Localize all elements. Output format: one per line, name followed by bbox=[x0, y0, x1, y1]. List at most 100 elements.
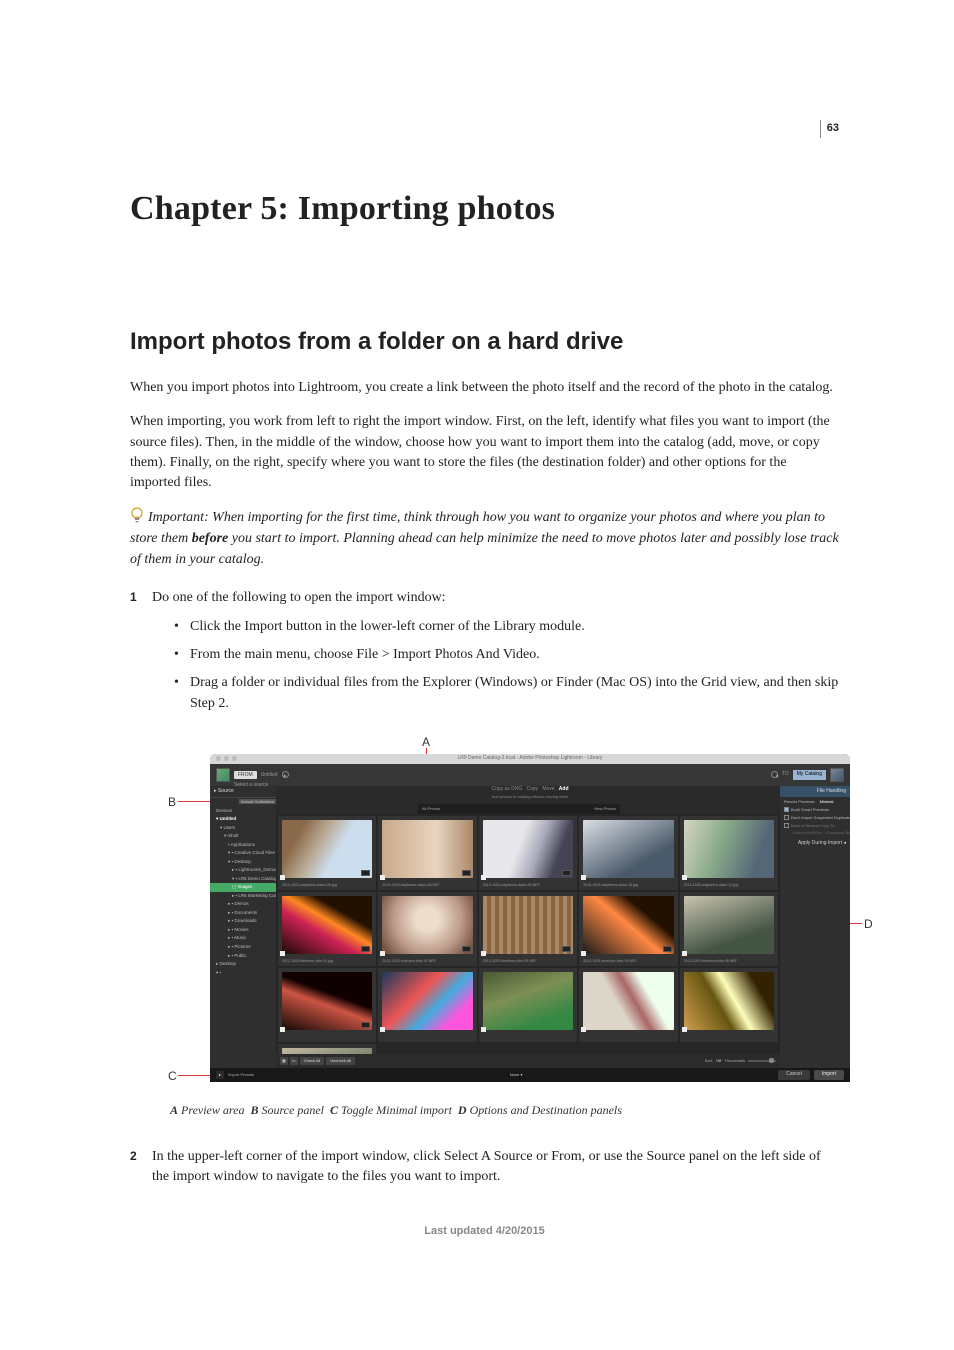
step-2: In the upper-left corner of the import w… bbox=[130, 1147, 839, 1188]
source-tree-item[interactable]: ▸ ▪ Public bbox=[210, 952, 276, 961]
thumbnail-cell[interactable] bbox=[278, 1044, 376, 1054]
mode-add-selected[interactable]: Add bbox=[559, 786, 569, 792]
important-text-bold: before bbox=[192, 531, 229, 546]
mode-copy[interactable]: Copy bbox=[527, 786, 539, 792]
source-tree-item[interactable]: ▾ ▪ Desktop bbox=[210, 858, 276, 867]
filter-new-photos[interactable]: New Photos bbox=[594, 806, 616, 812]
apply-during-import-header[interactable]: Apply During Import ◂ bbox=[780, 837, 850, 850]
important-note: Important: When importing for the first … bbox=[130, 507, 839, 570]
callout-c-label: C bbox=[168, 1068, 177, 1085]
render-previews-row[interactable]: Render Previews Minimal bbox=[780, 798, 850, 806]
thumbnail-cell[interactable]: 2013-1003-wayfarers-dawn-09.NEF bbox=[479, 816, 577, 890]
step-1-bullet: Drag a folder or individual files from t… bbox=[174, 673, 839, 714]
step-1-bullet: Click the Import button in the lower-lef… bbox=[174, 617, 839, 637]
thumbnail-cell[interactable]: 2013-1003-wayfarers-dawn-08.NEF bbox=[378, 816, 476, 890]
dont-import-duplicates-row[interactable]: Don't Import Suspected Duplicates bbox=[780, 814, 850, 822]
thumbnail-cell[interactable] bbox=[579, 968, 677, 1042]
cancel-button[interactable]: Cancel bbox=[778, 1070, 810, 1079]
thumbnail-cell[interactable]: 2013-1003-wayfarers-dawn-10.jpg bbox=[579, 816, 677, 890]
mode-subtext: Add photos to catalog without moving the… bbox=[492, 794, 569, 800]
mode-copy-dng[interactable]: Copy as DNG bbox=[491, 786, 522, 792]
section-title: Import photos from a folder on a hard dr… bbox=[130, 328, 839, 356]
thumbnail-cell[interactable] bbox=[378, 968, 476, 1042]
destination-thumbnail bbox=[830, 768, 844, 782]
from-value[interactable]: Untitled bbox=[261, 772, 278, 778]
arrow-right-icon bbox=[282, 771, 289, 778]
from-label[interactable]: FROM bbox=[234, 771, 257, 779]
source-header[interactable]: Source bbox=[218, 788, 234, 794]
import-window-screenshot: LR5 Demo Catalog-2.lrcat - Adobe Photosh… bbox=[210, 754, 850, 1082]
preset-none[interactable]: None ▾ bbox=[510, 1072, 523, 1078]
thumbnail-cell[interactable]: 2013-1003-bluehour-bike-06.NEF bbox=[680, 892, 778, 966]
thumbnail-cell[interactable]: 2013-1003-bluehour-bike-02.NEF bbox=[378, 892, 476, 966]
thumbnail-cell[interactable] bbox=[278, 968, 376, 1042]
thumbnail-cell[interactable] bbox=[479, 968, 577, 1042]
source-tree-item[interactable]: ▾ Users bbox=[210, 824, 276, 833]
file-handling-header[interactable]: File Handling bbox=[780, 786, 850, 797]
step-1: Do one of the following to open the impo… bbox=[130, 588, 839, 1118]
thumbnail-cell[interactable]: 2013-1003-bluehour-bike-03.NEF bbox=[479, 892, 577, 966]
thumbnail-cell[interactable]: 2013-1003-wayfarers-dawn-12.jpg bbox=[680, 816, 778, 890]
source-tree-item[interactable]: ▸ ▪ Demos bbox=[210, 900, 276, 909]
import-footer: ▸ Import Presets None ▾ Cancel Import bbox=[210, 1068, 850, 1082]
source-tree-item[interactable]: Devices bbox=[210, 807, 276, 816]
source-tree-volume[interactable]: ▾ Untitled bbox=[210, 815, 276, 824]
source-tree-item[interactable]: ▾ mholt bbox=[210, 832, 276, 841]
source-thumbnail bbox=[216, 768, 230, 782]
second-copy-row[interactable]: Make a Second Copy To: bbox=[780, 822, 850, 830]
source-tree-item[interactable]: ▸ ▪ Lightroom5_Demos.lrcat bbox=[210, 866, 276, 875]
include-subfolders-toggle[interactable]: Include Subfolders bbox=[239, 799, 276, 804]
import-top-bar: FROM Untitled Select a source TO My Cata… bbox=[210, 764, 850, 786]
thumbnail-cell[interactable]: 2013-1003-bluehour-bike-01.jpg bbox=[278, 892, 376, 966]
source-tree-item[interactable]: ▸ ▪ Movies bbox=[210, 926, 276, 935]
source-tree-item[interactable]: ▸ ▪ Downloads bbox=[210, 917, 276, 926]
window-title: LR5 Demo Catalog-2.lrcat - Adobe Photosh… bbox=[457, 755, 602, 762]
source-panel[interactable]: ▸ Source Include Subfolders Devices ▾ Un… bbox=[210, 786, 276, 1068]
to-label: TO bbox=[782, 771, 789, 778]
source-tree-item[interactable]: ▪ Applications bbox=[210, 841, 276, 850]
window-titlebar: LR5 Demo Catalog-2.lrcat - Adobe Photosh… bbox=[210, 754, 850, 764]
source-tree-item[interactable]: ▸ ▪ Music bbox=[210, 934, 276, 943]
import-button[interactable]: Import bbox=[814, 1070, 844, 1079]
source-tree-item[interactable]: ▸ Desktop bbox=[210, 960, 276, 969]
page-number: 63 bbox=[820, 120, 839, 138]
thumbnail-cell[interactable]: 2013-1003-bluehour-bike-05.NEF bbox=[579, 892, 677, 966]
sort-label: Sort: bbox=[705, 1058, 713, 1064]
thumbnail-size-slider[interactable] bbox=[748, 1060, 776, 1062]
thumbnail-grid[interactable]: 2013-1003-wayfarers-dawn-06.jpg 2013-100… bbox=[276, 814, 780, 1054]
import-mode-bar[interactable]: Copy as DNG Copy Move Add bbox=[491, 786, 568, 793]
thumbnail-cell[interactable]: 2013-1003-wayfarers-dawn-06.jpg bbox=[278, 816, 376, 890]
source-tree-item[interactable]: ▾ ▪ LR5 Demo Catalog bbox=[210, 875, 276, 884]
arrow-right-icon bbox=[771, 771, 778, 778]
important-text-suffix: you start to import. Planning ahead can … bbox=[130, 531, 839, 567]
source-tree-item-selected[interactable]: ▢ Images bbox=[210, 883, 276, 892]
source-tree-item[interactable]: ▾ ▪ bbox=[210, 969, 276, 978]
mode-move[interactable]: Move bbox=[542, 786, 554, 792]
last-updated: Last updated 4/20/2015 bbox=[130, 1225, 839, 1237]
sort-value[interactable]: Off bbox=[716, 1058, 721, 1064]
chapter-title: Chapter 5: Importing photos bbox=[130, 190, 839, 228]
grid-view-button[interactable]: ▦ bbox=[280, 1057, 288, 1065]
preview-filter-bar[interactable]: All Photos New Photos bbox=[418, 804, 620, 814]
thumbnails-label: Thumbnails bbox=[724, 1058, 745, 1064]
figure-caption: A Preview area B Source panel C Toggle M… bbox=[170, 1102, 839, 1119]
loupe-view-button[interactable]: ▭ bbox=[290, 1057, 298, 1065]
callout-b-label: B bbox=[168, 794, 176, 811]
minimal-import-toggle[interactable]: ▸ bbox=[216, 1071, 224, 1079]
source-tree-item[interactable]: ▸ ▪ Documents bbox=[210, 909, 276, 918]
uncheck-all-button[interactable]: Uncheck All bbox=[326, 1057, 355, 1065]
source-tree-item[interactable]: ▾ ▪ Creative Cloud Files bbox=[210, 849, 276, 858]
build-smart-previews-row[interactable]: Build Smart Previews bbox=[780, 806, 850, 814]
step-1-lead: Do one of the following to open the impo… bbox=[152, 590, 446, 605]
filter-all-photos[interactable]: All Photos bbox=[422, 806, 440, 812]
right-options-panel[interactable]: File Handling Render Previews Minimal Bu… bbox=[780, 786, 850, 1068]
body-paragraph: When importing, you work from left to ri… bbox=[130, 412, 839, 493]
lightbulb-icon bbox=[130, 507, 144, 525]
source-tree-item[interactable]: ▸ ▪ LR5 Marketing Catalogs bbox=[210, 892, 276, 901]
grid-toolbar: ▦ ▭ Check All Uncheck All Sort: Off Thum… bbox=[276, 1054, 780, 1068]
source-tree-item[interactable]: ▸ ▪ Pictures bbox=[210, 943, 276, 952]
to-catalog-badge[interactable]: My Catalog bbox=[793, 770, 826, 779]
thumbnail-cell[interactable] bbox=[680, 968, 778, 1042]
check-all-button[interactable]: Check All bbox=[300, 1057, 325, 1065]
import-presets-label[interactable]: Import Presets bbox=[228, 1072, 254, 1078]
